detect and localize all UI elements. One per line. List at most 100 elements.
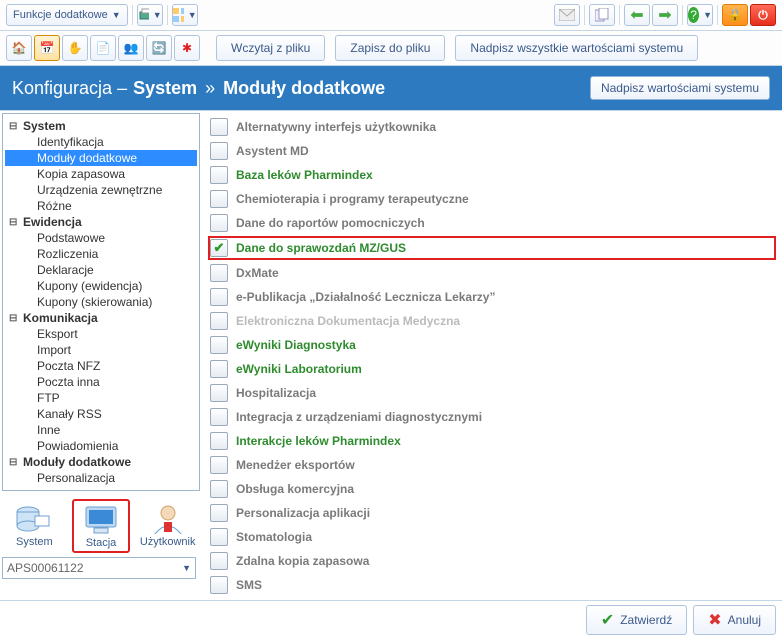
power-button[interactable]: ⏻	[750, 4, 776, 26]
tree-item[interactable]: Personalizacja	[5, 470, 197, 486]
scope-tab-user[interactable]: Użytkownik	[139, 499, 197, 553]
tree-item[interactable]: Import	[5, 342, 197, 358]
tree-item[interactable]: Poczta NFZ	[5, 358, 197, 374]
document-button[interactable]: 📄	[90, 35, 116, 61]
divider	[132, 5, 133, 25]
tree-item[interactable]: FTP	[5, 390, 197, 406]
overwrite-system-label: Nadpisz wartościami systemu	[601, 81, 759, 95]
status-field[interactable]: APS00061122 ▼	[2, 557, 196, 579]
option-label: Dane do sprawozdań MZ/GUS	[236, 241, 406, 255]
help-button[interactable]: ?▼	[687, 4, 713, 26]
option-checkbox[interactable]	[210, 118, 228, 136]
document-icon: 📄	[96, 41, 111, 55]
option-checkbox[interactable]	[210, 312, 228, 330]
mail-icon	[559, 9, 575, 21]
tree-item[interactable]: Deklaracje	[5, 262, 197, 278]
star-button[interactable]: ✱	[174, 35, 200, 61]
calendar-button[interactable]: 📅	[34, 35, 60, 61]
users-button[interactable]: 👥	[118, 35, 144, 61]
tree-item[interactable]: Kupony (skierowania)	[5, 294, 197, 310]
option-checkbox[interactable]	[210, 384, 228, 402]
option-checkbox[interactable]	[210, 288, 228, 306]
tree-item[interactable]: Rozliczenia	[5, 246, 197, 262]
option-checkbox[interactable]	[210, 336, 228, 354]
home-icon: 🏠	[12, 41, 27, 55]
refresh-button[interactable]: 🔄	[146, 35, 172, 61]
option-checkbox[interactable]	[210, 552, 228, 570]
tree-item[interactable]: Poczta inna	[5, 374, 197, 390]
hand-icon: ✋	[68, 41, 83, 55]
tree-category[interactable]: Ewidencja	[5, 214, 197, 230]
chevron-down-icon: ▼	[188, 10, 197, 20]
home-button[interactable]: 🏠	[6, 35, 32, 61]
option-row: SMS	[208, 573, 776, 597]
option-row: eWyniki Diagnostyka	[208, 333, 776, 357]
forward-button[interactable]: ➡	[652, 4, 678, 26]
power-icon: ⏻	[758, 8, 768, 23]
tree-item[interactable]: Kupony (ewidencja)	[5, 278, 197, 294]
option-checkbox[interactable]	[210, 214, 228, 232]
option-checkbox[interactable]	[210, 456, 228, 474]
layout-dropdown[interactable]: ▼	[172, 4, 198, 26]
sidebar: SystemIdentyfikacjaModuły dodatkoweKopia…	[2, 113, 200, 491]
nav-tree[interactable]: SystemIdentyfikacjaModuły dodatkoweKopia…	[3, 114, 199, 490]
star-icon: ✱	[182, 41, 192, 55]
tree-item[interactable]: Identyfikacja	[5, 134, 197, 150]
option-row: Stomatologia	[208, 525, 776, 549]
option-checkbox[interactable]	[210, 432, 228, 450]
functions-dropdown-label: Funkcje dodatkowe	[13, 9, 108, 21]
load-from-file-button[interactable]: Wczytaj z pliku	[216, 35, 325, 61]
option-label: Alternatywny interfejs użytkownika	[236, 120, 436, 134]
copy-button[interactable]	[589, 4, 615, 26]
cancel-button[interactable]: ✖ Anuluj	[693, 605, 776, 635]
tree-category[interactable]: System	[5, 118, 197, 134]
tree-item[interactable]: Moduły dodatkowe	[5, 150, 197, 166]
tree-item[interactable]: Kopia zapasowa	[5, 166, 197, 182]
tree-item[interactable]: Różne	[5, 198, 197, 214]
overwrite-all-button[interactable]: Nadpisz wszystkie wartościami systemu	[455, 35, 698, 61]
functions-dropdown[interactable]: Funkcje dodatkowe ▼	[6, 4, 128, 26]
grid-icon	[173, 8, 184, 22]
option-checkbox[interactable]	[210, 239, 228, 257]
confirm-button[interactable]: ✔ Zatwierdź	[586, 605, 687, 635]
option-checkbox[interactable]	[210, 528, 228, 546]
option-checkbox[interactable]	[210, 264, 228, 282]
help-icon: ?	[688, 7, 699, 23]
option-checkbox[interactable]	[210, 142, 228, 160]
cross-icon: ✖	[708, 610, 721, 630]
tree-category[interactable]: Komunikacja	[5, 310, 197, 326]
option-checkbox[interactable]	[210, 190, 228, 208]
scope-tab-system[interactable]: System	[5, 499, 63, 553]
option-label: Personalizacja aplikacji	[236, 506, 370, 520]
tree-item[interactable]: Powiadomienia	[5, 438, 197, 454]
tree-item[interactable]: Eksport	[5, 326, 197, 342]
tree-category[interactable]: Moduły dodatkowe	[5, 454, 197, 470]
option-checkbox[interactable]	[210, 408, 228, 426]
mail-button[interactable]	[554, 4, 580, 26]
save-label: Zapisz do pliku	[350, 41, 430, 55]
option-label: Stomatologia	[236, 530, 312, 544]
option-label: Hospitalizacja	[236, 386, 316, 400]
user-icon	[151, 504, 185, 534]
save-to-file-button[interactable]: Zapisz do pliku	[335, 35, 445, 61]
divider	[682, 5, 683, 25]
scope-tab-station[interactable]: Stacja	[72, 499, 130, 553]
lock-button[interactable]: 🔒	[722, 4, 748, 26]
option-row: Asystent MD	[208, 139, 776, 163]
tree-item[interactable]: Podstawowe	[5, 230, 197, 246]
breadcrumb-section: System	[133, 78, 197, 99]
back-button[interactable]: ⬅	[624, 4, 650, 26]
tree-item[interactable]: Inne	[5, 422, 197, 438]
option-checkbox[interactable]	[210, 360, 228, 378]
breadcrumb: Konfiguracja – System » Moduły dodatkowe…	[0, 66, 782, 110]
hand-button[interactable]: ✋	[62, 35, 88, 61]
option-checkbox[interactable]	[210, 504, 228, 522]
option-checkbox[interactable]	[210, 480, 228, 498]
print-dropdown[interactable]: ▼	[137, 4, 163, 26]
overwrite-system-button[interactable]: Nadpisz wartościami systemu	[590, 76, 770, 100]
tree-item[interactable]: Kanały RSS	[5, 406, 197, 422]
option-checkbox[interactable]	[210, 576, 228, 594]
option-checkbox[interactable]	[210, 166, 228, 184]
option-label: DxMate	[236, 266, 279, 280]
tree-item[interactable]: Urządzenia zewnętrzne	[5, 182, 197, 198]
